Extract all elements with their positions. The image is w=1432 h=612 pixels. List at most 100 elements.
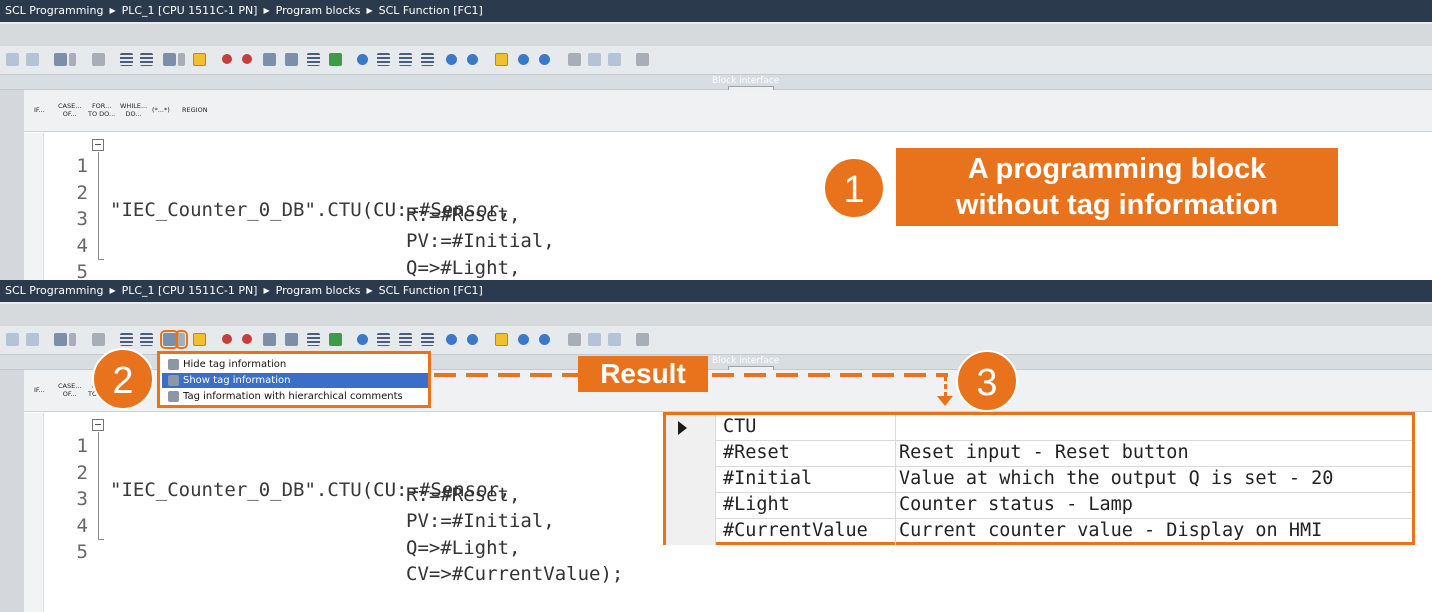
- expand-icon[interactable]: [69, 53, 76, 66]
- format-icon[interactable]: [446, 334, 457, 345]
- level-icon[interactable]: [467, 334, 478, 345]
- find-next-icon[interactable]: [588, 53, 601, 66]
- comment-icon[interactable]: [377, 333, 390, 346]
- list-icon[interactable]: [140, 53, 153, 66]
- keyword-if[interactable]: IF...: [34, 386, 45, 394]
- keyword-while[interactable]: WHILE... DO...: [120, 102, 147, 118]
- table-row[interactable]: CTU: [666, 415, 1412, 441]
- call-icon[interactable]: [539, 54, 550, 65]
- uncomment-icon[interactable]: [399, 53, 412, 66]
- uncomment-icon[interactable]: [399, 333, 412, 346]
- wrap-icon[interactable]: [357, 334, 368, 345]
- keyword-if[interactable]: IF...: [34, 106, 45, 114]
- search-icon[interactable]: [568, 53, 581, 66]
- tag-comment: Value at which the output Q is set - 20: [899, 468, 1334, 489]
- keyword-region[interactable]: REGION: [182, 106, 208, 114]
- breadcrumb-item[interactable]: SCL Function [FC1]: [379, 4, 483, 17]
- monitor-start-icon[interactable]: [518, 54, 529, 65]
- lock-icon[interactable]: [636, 333, 649, 346]
- insert-block-icon[interactable]: [54, 53, 67, 66]
- list-icon[interactable]: [140, 333, 153, 346]
- keyword-case[interactable]: CASE... OF...: [58, 382, 81, 398]
- menu-item-tag-info-hierarchical[interactable]: Tag information with hierarchical commen…: [162, 389, 428, 404]
- breadcrumb-item[interactable]: SCL Function [FC1]: [379, 284, 483, 297]
- breadcrumb-item[interactable]: PLC_1 [CPU 1511C-1 PN]: [122, 4, 258, 17]
- row-selector[interactable]: [666, 415, 716, 441]
- expand-icon[interactable]: [69, 333, 76, 346]
- dashed-connector: [434, 373, 578, 377]
- compare-icon[interactable]: [285, 333, 298, 346]
- list-icon[interactable]: [120, 53, 133, 66]
- line-number: 5: [76, 541, 88, 563]
- go-to-icon[interactable]: [329, 333, 342, 346]
- list-icon[interactable]: [120, 333, 133, 346]
- indent-icon[interactable]: [6, 333, 19, 346]
- comment-icon[interactable]: [377, 53, 390, 66]
- db-name: "IEC_Counter_0_DB": [110, 479, 316, 501]
- tag-info-icon[interactable]: [163, 53, 176, 66]
- goto-line-icon[interactable]: [495, 333, 508, 346]
- indent-right-icon[interactable]: [421, 53, 434, 66]
- row-selector[interactable]: [666, 519, 716, 545]
- breakpoint-icon[interactable]: [222, 54, 232, 64]
- monitor-start-icon[interactable]: [518, 334, 529, 345]
- breadcrumb: SCL Programming ▶ PLC_1 [CPU 1511C-1 PN] ▶ P…: [0, 280, 1432, 302]
- bookmark-icon[interactable]: [307, 333, 320, 346]
- align-icon[interactable]: [92, 53, 105, 66]
- breakpoint-clear-icon[interactable]: [242, 54, 252, 64]
- insert-block-icon[interactable]: [54, 333, 67, 346]
- keyword-comment[interactable]: (*...*): [152, 106, 170, 114]
- code-margin: [24, 413, 44, 612]
- monitor-icon[interactable]: [263, 333, 276, 346]
- table-row[interactable]: #CurrentValue Current counter value - Di…: [666, 519, 1412, 545]
- go-to-icon[interactable]: [329, 53, 342, 66]
- level-icon[interactable]: [467, 54, 478, 65]
- column-divider: [895, 519, 896, 545]
- monitor-icon[interactable]: [263, 53, 276, 66]
- breadcrumb-item[interactable]: Program blocks: [276, 284, 361, 297]
- editor-toolbar: [0, 46, 1432, 74]
- compare-icon[interactable]: [285, 53, 298, 66]
- lock-icon[interactable]: [636, 53, 649, 66]
- keyword-case[interactable]: CASE... OF...: [58, 102, 81, 118]
- find-prev-icon[interactable]: [608, 53, 621, 66]
- chevron-down-icon[interactable]: [178, 53, 185, 66]
- favorite-icon[interactable]: [193, 333, 206, 346]
- chevron-down-icon[interactable]: [175, 330, 188, 349]
- tag-info-icon[interactable]: [160, 330, 179, 349]
- find-prev-icon[interactable]: [608, 333, 621, 346]
- breadcrumb-item[interactable]: SCL Programming: [5, 284, 103, 297]
- favorite-icon[interactable]: [193, 53, 206, 66]
- bookmark-icon[interactable]: [307, 53, 320, 66]
- breadcrumb-item[interactable]: SCL Programming: [5, 4, 103, 17]
- goto-line-icon[interactable]: [495, 53, 508, 66]
- collapse-icon[interactable]: [92, 419, 104, 431]
- row-selector[interactable]: [666, 441, 716, 467]
- collapse-icon[interactable]: [92, 139, 104, 151]
- align-icon[interactable]: [92, 333, 105, 346]
- row-selector[interactable]: [666, 493, 716, 519]
- table-row[interactable]: #Reset Reset input - Reset button: [666, 441, 1412, 467]
- editor-toolbar: [0, 326, 1432, 354]
- breadcrumb-item[interactable]: PLC_1 [CPU 1511C-1 PN]: [122, 284, 258, 297]
- indent-right-icon[interactable]: [421, 333, 434, 346]
- outdent-icon[interactable]: [26, 53, 39, 66]
- keyword-for[interactable]: FOR...TO DO...: [88, 102, 115, 118]
- block-interface-bar[interactable]: Block interface: [0, 74, 1432, 91]
- table-row[interactable]: #Light Counter status - Lamp: [666, 493, 1412, 519]
- find-next-icon[interactable]: [588, 333, 601, 346]
- search-icon[interactable]: [568, 333, 581, 346]
- menu-item-show-tag-info[interactable]: Show tag information: [162, 373, 428, 388]
- hide-tag-info-icon: [168, 359, 179, 370]
- breadcrumb-item[interactable]: Program blocks: [276, 4, 361, 17]
- wrap-icon[interactable]: [357, 54, 368, 65]
- call-icon[interactable]: [539, 334, 550, 345]
- outdent-icon[interactable]: [26, 333, 39, 346]
- indent-icon[interactable]: [6, 53, 19, 66]
- row-selector[interactable]: [666, 467, 716, 493]
- menu-item-hide-tag-info[interactable]: Hide tag information: [162, 357, 428, 372]
- breakpoint-icon[interactable]: [222, 334, 232, 344]
- format-icon[interactable]: [446, 54, 457, 65]
- breakpoint-clear-icon[interactable]: [242, 334, 252, 344]
- table-row[interactable]: #Initial Value at which the output Q is …: [666, 467, 1412, 493]
